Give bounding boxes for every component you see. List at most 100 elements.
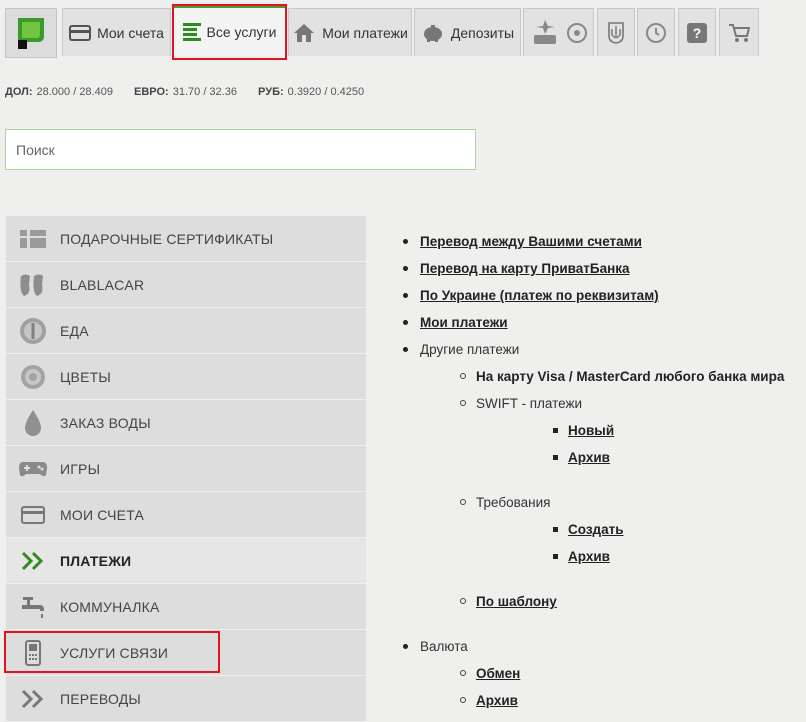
tree-item: По шаблону <box>420 588 784 615</box>
menu-item-label: BLABLACAR <box>60 276 145 293</box>
tree-item-requirements: Требования Создать Архив <box>420 489 784 588</box>
cart-icon <box>729 23 750 42</box>
tab-gov-services[interactable] <box>597 8 635 56</box>
menu-item-label: УСЛУГИ СВЯЗИ <box>60 644 169 661</box>
payments-tree: Перевод между Вашими счетами Перевод на … <box>400 228 784 714</box>
tab-travel[interactable] <box>523 8 594 56</box>
blablacar-icon <box>20 274 43 296</box>
tree-item: По Украине (платеж по реквизитам) <box>400 282 784 309</box>
tree-item: Новый <box>476 417 784 444</box>
tab-label: Все услуги <box>206 24 277 40</box>
eur-rate: 31.70 / 32.36 <box>172 86 237 98</box>
link-by-template[interactable]: По шаблону <box>476 594 557 609</box>
privatbank-logo-icon <box>18 18 44 49</box>
other-payments-label: Другие платежи <box>420 342 520 357</box>
tree-item: Архив <box>476 543 784 570</box>
tab-my-payments[interactable]: Мои платежи <box>288 8 412 56</box>
faucet-icon <box>22 596 44 618</box>
link-ukraine-payment[interactable]: По Украине (платеж по реквизитам) <box>420 288 659 303</box>
link-requirements-create[interactable]: Создать <box>568 522 624 537</box>
menu-item-payments[interactable]: ПЛАТЕЖИ <box>6 538 366 583</box>
card-icon <box>21 505 45 524</box>
menu-item-label: ЕДА <box>60 322 89 339</box>
tab-all-services[interactable]: Все услуги <box>173 5 286 56</box>
usd-rate: 28.000 / 28.409 <box>36 86 113 98</box>
any-bank-card-item[interactable]: На карту Visa / MasterCard любого банка … <box>476 369 784 384</box>
logo[interactable] <box>5 8 57 58</box>
menu-item-utilities[interactable]: КОММУНАЛКА <box>6 584 366 629</box>
search-input[interactable] <box>5 129 476 170</box>
link-my-payments[interactable]: Мои платежи <box>420 315 508 330</box>
link-requirements-archive[interactable]: Архив <box>568 549 610 564</box>
tree-item: Перевод между Вашими счетами <box>400 228 784 255</box>
tree-item-currency: Валюта Обмен Архив <box>400 633 784 714</box>
double-chevron-icon <box>21 689 44 708</box>
top-navigation: Мои счета Все услуги Мои платежи Депозит… <box>0 0 806 60</box>
tab-label: Мои платежи <box>322 24 408 41</box>
menu-item-label: ЗАКАЗ ВОДЫ <box>60 414 151 431</box>
link-currency-exchange[interactable]: Обмен <box>476 666 520 681</box>
menu-item-water-order[interactable]: ЗАКАЗ ВОДЫ <box>6 400 366 445</box>
phone-icon <box>25 639 41 666</box>
tab-label: Депозиты <box>450 24 515 41</box>
tab-label: Мои счета <box>97 24 164 41</box>
menu-item-label: ПОДАРОЧНЫЕ СЕРТИФИКАТЫ <box>60 230 274 247</box>
menu-item-label: МОИ СЧЕТА <box>60 506 145 523</box>
link-swift-archive[interactable]: Архив <box>568 450 610 465</box>
gamepad-icon <box>19 461 47 476</box>
tab-history[interactable] <box>637 8 675 56</box>
link-transfer-privat-card[interactable]: Перевод на карту ПриватБанка <box>420 261 630 276</box>
menu-item-label: ИГРЫ <box>60 460 101 477</box>
menu-item-games[interactable]: ИГРЫ <box>6 446 366 491</box>
tab-deposits[interactable]: Депозиты <box>414 8 521 56</box>
list-icon <box>182 23 201 41</box>
menu-item-label: КОММУНАЛКА <box>60 598 160 615</box>
tree-item: Обмен <box>420 660 784 687</box>
tree-item: Мои платежи <box>400 309 784 336</box>
exchange-rates: ДОЛ: 28.000 / 28.409 ЕВРО: 31.70 / 32.36 Р… <box>5 86 382 98</box>
menu-item-blablacar[interactable]: BLABLACAR <box>6 262 366 307</box>
rub-rate: 0.3920 / 0.4250 <box>287 86 365 98</box>
menu-item-telecom-services[interactable]: УСЛУГИ СВЯЗИ <box>6 630 366 675</box>
piggy-bank-icon <box>423 24 442 42</box>
currency-label: Валюта <box>420 639 468 654</box>
coat-of-arms-icon <box>608 21 624 44</box>
usd-label: ДОЛ: <box>5 86 33 98</box>
tree-item: Архив <box>420 687 784 714</box>
swift-label: SWIFT - платежи <box>476 396 583 411</box>
help-icon: ? <box>687 22 707 43</box>
water-drop-icon <box>25 409 41 436</box>
menu-item-label: ПЕРЕВОДЫ <box>60 690 142 707</box>
menu-item-transfers[interactable]: ПЕРЕВОДЫ <box>6 676 366 721</box>
tree-item: Архив <box>476 444 784 471</box>
tree-item: Перевод на карту ПриватБанка <box>400 255 784 282</box>
menu-item-food[interactable]: ЕДА <box>6 308 366 353</box>
gift-card-icon <box>20 229 46 248</box>
tab-shop[interactable] <box>719 8 759 56</box>
tree-item: Создать <box>476 516 784 543</box>
tab-help[interactable]: ? <box>678 8 716 56</box>
tab-my-accounts[interactable]: Мои счета <box>62 8 171 56</box>
category-menu: ПОДАРОЧНЫЕ СЕРТИФИКАТЫ BLABLACAR ЕДА ЦВЕ… <box>6 216 366 722</box>
menu-item-label: ЦВЕТЫ <box>60 368 111 385</box>
link-currency-archive[interactable]: Архив <box>476 693 518 708</box>
double-chevron-icon <box>21 551 44 570</box>
link-swift-new[interactable]: Новый <box>568 423 614 438</box>
menu-item-my-accounts[interactable]: МОИ СЧЕТА <box>6 492 366 537</box>
requirements-label: Требования <box>476 495 551 510</box>
food-icon <box>20 317 46 344</box>
history-icon <box>646 22 666 43</box>
menu-item-label: ПЛАТЕЖИ <box>60 552 132 569</box>
eur-label: ЕВРО: <box>134 86 169 98</box>
menu-item-gift-certificates[interactable]: ПОДАРОЧНЫЕ СЕРТИФИКАТЫ <box>6 216 366 261</box>
tree-item: На карту Visa / MasterCard любого банка … <box>420 363 784 390</box>
rub-label: РУБ: <box>258 86 284 98</box>
link-transfer-own-accounts[interactable]: Перевод между Вашими счетами <box>420 234 642 249</box>
tree-item-swift: SWIFT - платежи Новый Архив <box>420 390 784 489</box>
house-icon <box>294 23 315 42</box>
flower-icon <box>21 364 45 389</box>
card-icon <box>69 24 92 41</box>
menu-item-flowers[interactable]: ЦВЕТЫ <box>6 354 366 399</box>
travel-icon <box>533 19 587 44</box>
tree-item-other-payments: Другие платежи На карту Visa / MasterCar… <box>400 336 784 633</box>
